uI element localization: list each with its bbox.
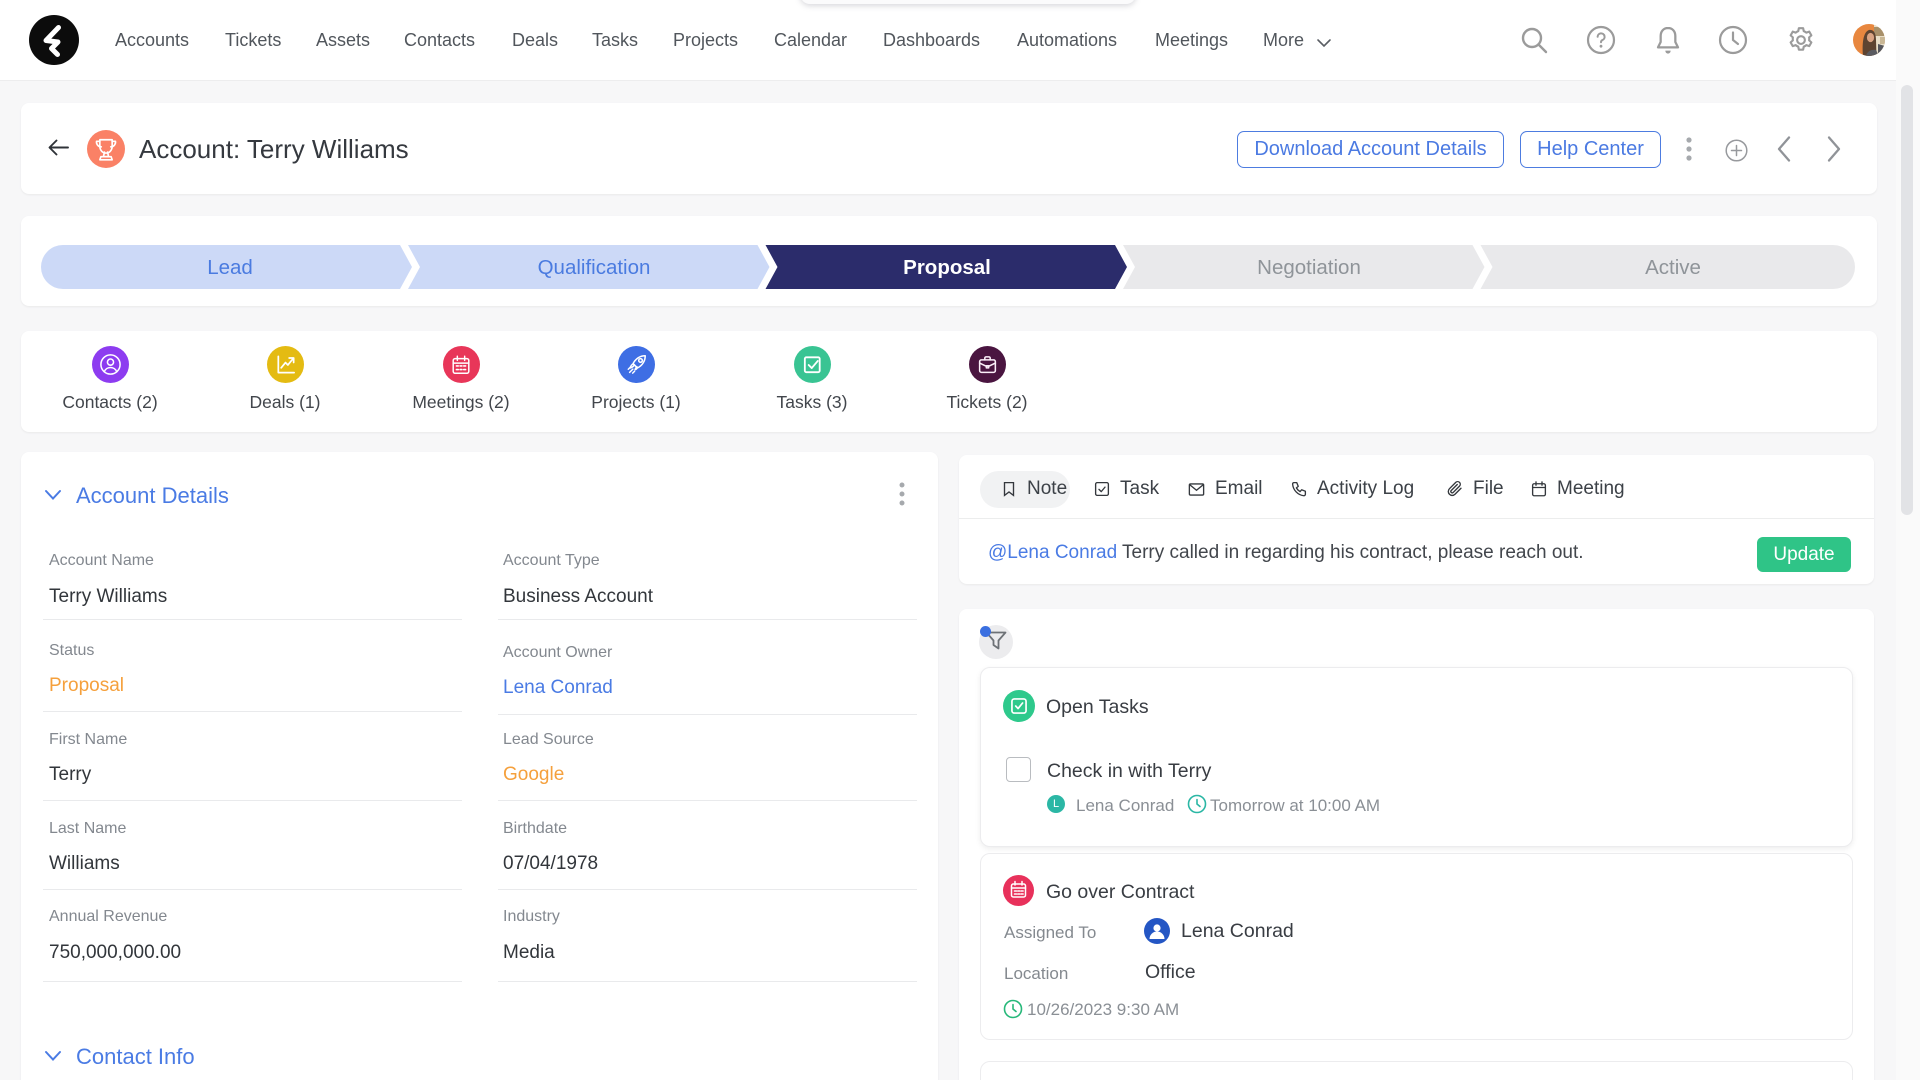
svg-text:Lead: Lead (207, 256, 253, 279)
svg-text:Negotiation: Negotiation (1257, 256, 1361, 279)
svg-text:Proposal: Proposal (903, 256, 991, 279)
svg-text:Active: Active (1645, 256, 1701, 279)
svg-text:Qualification: Qualification (538, 256, 651, 279)
